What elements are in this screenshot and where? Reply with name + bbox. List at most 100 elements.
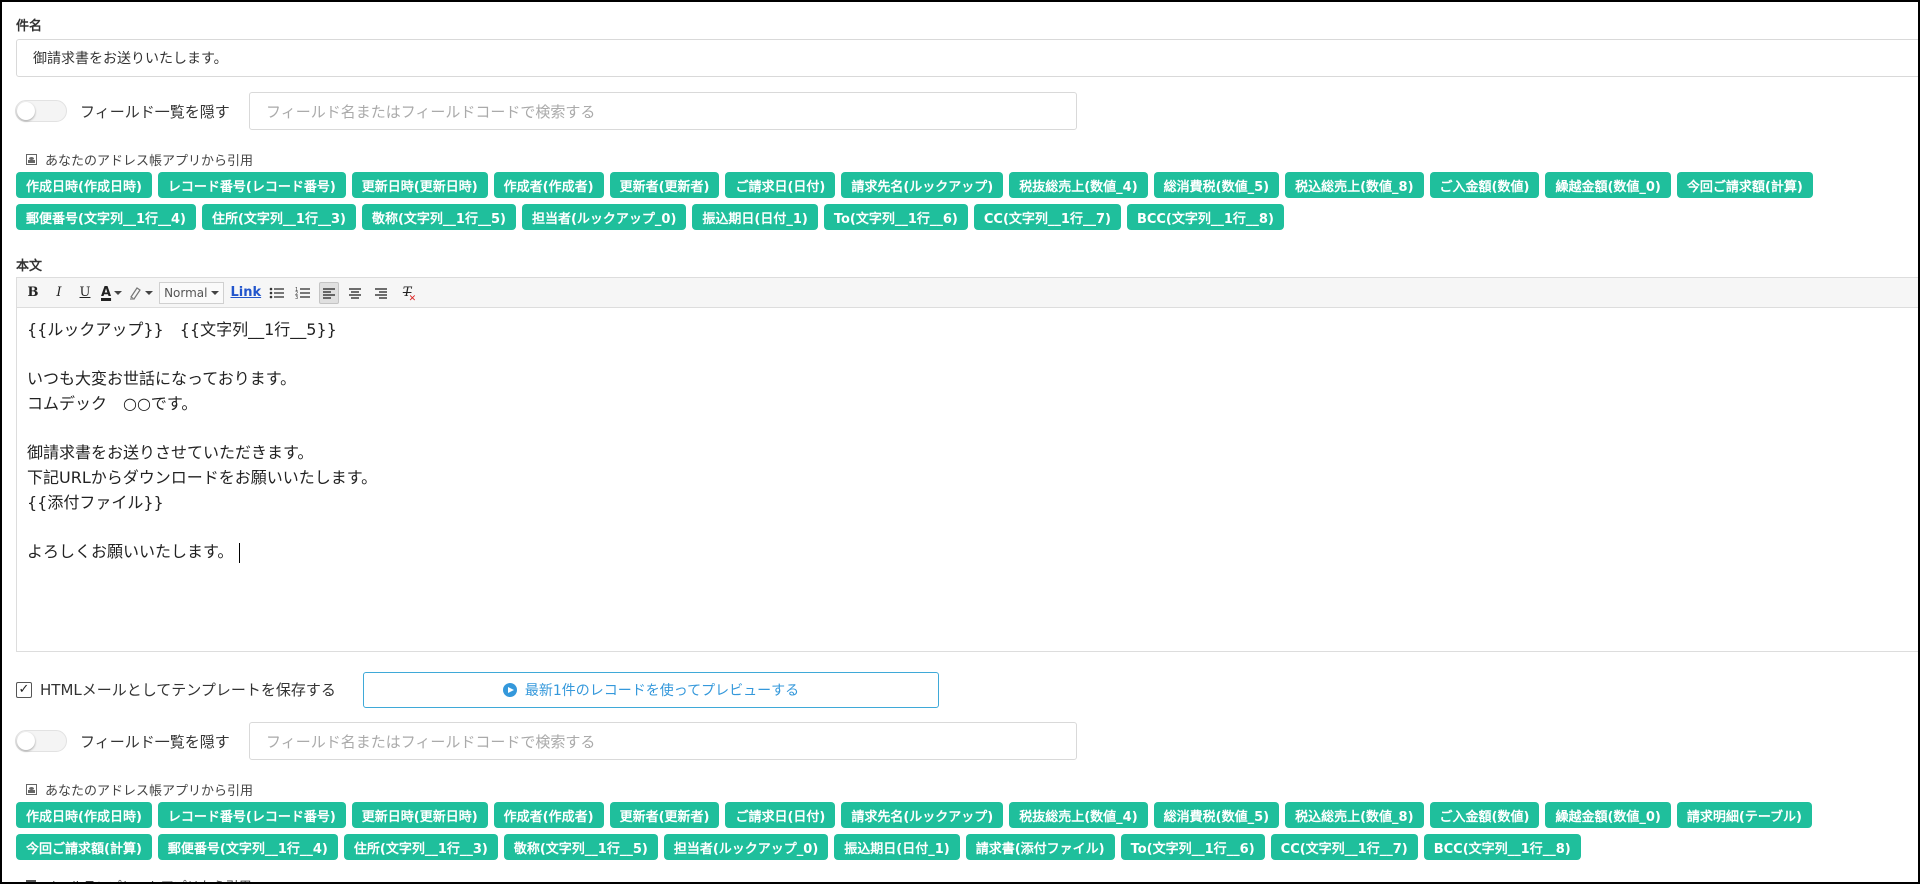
field-chip[interactable]: 更新日時(更新日時) bbox=[351, 802, 488, 828]
format-select[interactable]: Normal bbox=[159, 281, 225, 304]
body-line: いつも大変お世話になっております。 bbox=[27, 369, 297, 389]
field-chip[interactable]: 請求先名(ルックアップ) bbox=[841, 172, 1004, 198]
body-line bbox=[27, 417, 1911, 442]
field-chip[interactable]: 税込総売上(数値_8) bbox=[1285, 802, 1424, 828]
font-color-icon: A bbox=[101, 285, 112, 300]
bold-button[interactable]: B bbox=[23, 282, 43, 304]
address-book-icon bbox=[26, 154, 37, 165]
field-chip[interactable]: 更新者(更新者) bbox=[609, 172, 720, 198]
field-chip[interactable]: 今回ご請求額(計算) bbox=[16, 834, 152, 860]
field-chip[interactable]: 作成日時(作成日時) bbox=[16, 802, 152, 828]
field-chip[interactable]: To(文字列__1行__6) bbox=[823, 204, 968, 230]
field-chip[interactable]: 振込期日(日付_1) bbox=[834, 834, 960, 860]
address-book-icon bbox=[26, 784, 37, 795]
field-chip[interactable]: 担当者(ルックアップ_0) bbox=[663, 834, 829, 860]
bullet-list-button[interactable] bbox=[267, 282, 287, 304]
field-chip[interactable]: 振込期日(日付_1) bbox=[692, 204, 818, 230]
clear-format-button[interactable]: T ✕ bbox=[397, 282, 417, 304]
preview-button[interactable]: 最新1件のレコードを使ってプレビューする bbox=[363, 672, 939, 708]
field-chip[interactable]: 作成日時(作成日時) bbox=[16, 172, 152, 198]
align-right-button[interactable] bbox=[371, 282, 391, 304]
screen-frame: 件名 御請求書をお送りいたします。 フィールド一覧を隠す フィールド名またはフィ… bbox=[0, 0, 1920, 884]
field-chip[interactable]: ご入金額(数値) bbox=[1429, 172, 1540, 198]
field-chip[interactable]: 今回ご請求額(計算) bbox=[1676, 172, 1813, 198]
field-chip[interactable]: 税込総売上(数値_8) bbox=[1285, 172, 1424, 198]
svg-text:3: 3 bbox=[295, 295, 298, 300]
field-chip[interactable]: 住所(文字列__1行__3) bbox=[343, 834, 498, 860]
subject-label: 件名 bbox=[16, 19, 43, 34]
field-chip[interactable]: CC(文字列__1行__7) bbox=[1270, 834, 1418, 860]
body-line bbox=[27, 516, 1911, 541]
field-chip[interactable]: 更新日時(更新日時) bbox=[351, 172, 488, 198]
field-chip[interactable]: ご請求日(日付) bbox=[725, 172, 836, 198]
italic-button[interactable]: I bbox=[49, 282, 69, 304]
field-chip[interactable]: ご入金額(数値) bbox=[1429, 802, 1540, 828]
field-search-input[interactable]: フィールド名またはフィールドコードで検索する bbox=[249, 92, 1077, 130]
align-center-icon bbox=[349, 287, 362, 299]
field-chip[interactable]: BCC(文字列__1行__8) bbox=[1126, 204, 1284, 230]
body-line: 御請求書をお送りさせていただきます。 bbox=[27, 443, 314, 463]
address-app-label: あなたのアドレス帳アプリから引用 bbox=[45, 154, 254, 169]
address-app-label-2: あなたのアドレス帳アプリから引用 bbox=[45, 784, 254, 799]
link-button[interactable]: Link bbox=[230, 282, 261, 304]
align-left-button[interactable] bbox=[319, 281, 340, 304]
hide-field-list-label-2: フィールド一覧を隠す bbox=[80, 733, 230, 751]
address-app-header: あなたのアドレス帳アプリから引用 bbox=[26, 150, 253, 169]
html-mail-option: ✓ HTMLメールとしてテンプレートを保存する bbox=[16, 679, 336, 700]
numbered-list-icon: 123 bbox=[295, 287, 311, 300]
field-chip[interactable]: レコード番号(レコード番号) bbox=[157, 802, 346, 828]
field-chip[interactable]: 請求明細(テーブル) bbox=[1676, 802, 1812, 828]
field-chip[interactable]: 繰越金額(数値_0) bbox=[1545, 172, 1671, 198]
highlighter-icon bbox=[130, 286, 141, 300]
body-line: {{添付ファイル}} bbox=[27, 492, 164, 512]
body-line bbox=[27, 343, 1911, 368]
format-select-value: Normal bbox=[164, 285, 208, 300]
field-chip[interactable]: 繰越金額(数値_0) bbox=[1545, 802, 1671, 828]
field-chip[interactable]: 郵便番号(文字列__1行__4) bbox=[157, 834, 338, 860]
field-chip[interactable]: 作成者(作成者) bbox=[493, 802, 604, 828]
subject-input[interactable]: 御請求書をお送りいたします。 bbox=[16, 39, 1918, 77]
html-mail-checkbox[interactable]: ✓ bbox=[16, 681, 32, 698]
toggle-knob bbox=[17, 732, 35, 750]
body-editor[interactable]: {{ルックアップ}} {{文字列__1行__5}} いつも大変お世話になっておりま… bbox=[16, 307, 1918, 652]
highlight-button[interactable] bbox=[128, 282, 154, 304]
chevron-down-icon bbox=[114, 290, 123, 295]
field-chip[interactable]: 請求書(添付ファイル) bbox=[965, 834, 1115, 860]
field-chip[interactable]: 住所(文字列__1行__3) bbox=[201, 204, 356, 230]
field-chip[interactable]: レコード番号(レコード番号) bbox=[157, 172, 346, 198]
align-right-icon bbox=[375, 287, 388, 299]
field-chip[interactable]: BCC(文字列__1行__8) bbox=[1423, 834, 1581, 860]
body-label: 本文 bbox=[16, 259, 43, 274]
font-color-button[interactable]: A bbox=[101, 282, 123, 304]
field-search-input-2[interactable]: フィールド名またはフィールドコードで検索する bbox=[249, 722, 1077, 760]
align-center-button[interactable] bbox=[345, 282, 365, 304]
field-chip[interactable]: 総消費税(数値_5) bbox=[1153, 172, 1280, 198]
template-app-icon bbox=[26, 880, 36, 882]
field-chip[interactable]: ご請求日(日付) bbox=[725, 802, 836, 828]
field-chip[interactable]: 作成者(作成者) bbox=[493, 172, 604, 198]
field-chip-list: 作成日時(作成日時) レコード番号(レコード番号) 更新日時(更新日時) 作成者(作成… bbox=[16, 172, 1916, 230]
field-chip[interactable]: 敬称(文字列__1行__5) bbox=[361, 204, 516, 230]
field-chip[interactable]: 総消費税(数値_5) bbox=[1153, 802, 1280, 828]
body-line: コムデック ○○です。 bbox=[27, 394, 198, 414]
field-chip[interactable]: 更新者(更新者) bbox=[609, 802, 720, 828]
template-app-header: メールテンプレートアプリから引用 bbox=[26, 876, 252, 882]
field-chip[interactable]: 請求先名(ルックアップ) bbox=[841, 802, 1004, 828]
hide-field-list-toggle-2[interactable] bbox=[15, 730, 67, 752]
field-chip[interactable]: 税抜総売上(数値_4) bbox=[1009, 802, 1148, 828]
hide-field-list-toggle[interactable] bbox=[15, 100, 67, 122]
field-chip[interactable]: CC(文字列__1行__7) bbox=[973, 204, 1121, 230]
editor-toolbar: B I U A Normal Link 123 T ✕ bbox=[16, 277, 1918, 307]
field-chip[interactable]: 敬称(文字列__1行__5) bbox=[503, 834, 658, 860]
numbered-list-button[interactable]: 123 bbox=[293, 282, 313, 304]
underline-button[interactable]: U bbox=[75, 282, 95, 304]
chevron-down-icon bbox=[145, 290, 154, 295]
hide-field-list-label: フィールド一覧を隠す bbox=[80, 103, 230, 121]
field-chip[interactable]: 担当者(ルックアップ_0) bbox=[521, 204, 687, 230]
preview-button-label: 最新1件のレコードを使ってプレビューする bbox=[524, 683, 800, 699]
field-chip[interactable]: 郵便番号(文字列__1行__4) bbox=[16, 204, 196, 230]
field-chip[interactable]: To(文字列__1行__6) bbox=[1120, 834, 1265, 860]
template-app-label: メールテンプレートアプリから引用 bbox=[44, 876, 252, 882]
field-chip[interactable]: 税抜総売上(数値_4) bbox=[1009, 172, 1148, 198]
html-mail-label: HTMLメールとしてテンプレートを保存する bbox=[40, 681, 336, 699]
